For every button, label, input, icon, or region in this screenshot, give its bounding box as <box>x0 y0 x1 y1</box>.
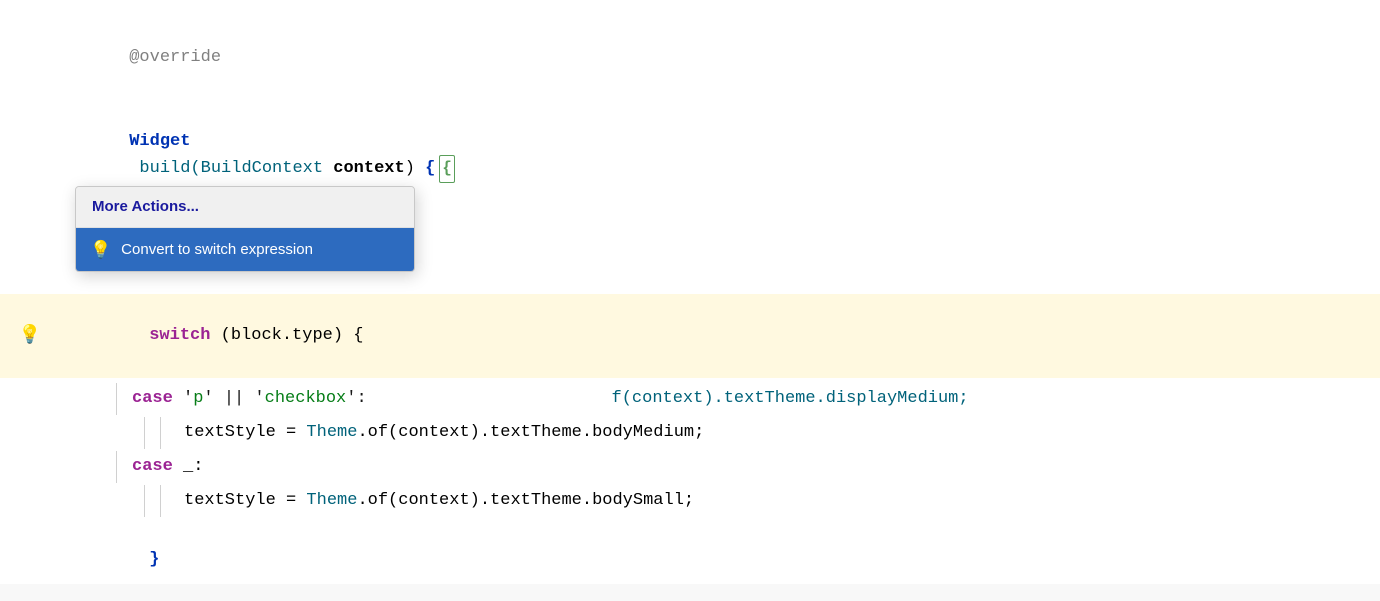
theme-of: Theme <box>306 419 357 446</box>
case-default-keyword: case <box>132 453 173 480</box>
menu-item-bulb-icon: 💡 <box>90 236 111 263</box>
case-p: p <box>193 385 203 412</box>
convert-switch-label: Convert to switch expression <box>121 238 313 262</box>
bulb-icon[interactable]: 💡 <box>19 322 41 351</box>
code-line: textStyle = Theme .of(context).textTheme… <box>0 484 1380 518</box>
case-default-value: _: <box>173 453 204 480</box>
chain-body-medium: .of(context).textTheme.bodyMedium; <box>357 419 704 446</box>
code-line: textStyle = Theme .of(context).textTheme… <box>0 416 1380 450</box>
indent-bar2 <box>160 417 176 449</box>
chain-body-small: .of(context).textTheme.bodySmall; <box>357 487 694 514</box>
keyword-widget: Widget <box>129 132 190 151</box>
case-space <box>173 385 183 412</box>
indent-bar <box>144 485 160 517</box>
more-actions-label: More Actions... <box>92 198 199 215</box>
indent-bar <box>116 383 132 415</box>
code-line: case 'p' || 'checkbox': f(context).textT… <box>0 382 1380 416</box>
case-or: ' || ' <box>203 385 264 412</box>
closing-brace: } <box>149 550 159 569</box>
convert-switch-item[interactable]: 💡 Convert to switch expression <box>76 228 414 271</box>
switch-line: 💡 switch (block.type) { <box>0 294 1380 378</box>
indent-bar <box>116 451 132 483</box>
param-context: context <box>323 159 405 178</box>
context-menu: More Actions... 💡 Convert to switch expr… <box>75 186 415 272</box>
annotation-text: @override <box>129 48 221 67</box>
indent-bar2 <box>160 485 176 517</box>
type-build-context: BuildContext <box>201 159 323 178</box>
code-line: case _: <box>0 450 1380 484</box>
switch-keyword: switch <box>149 326 210 345</box>
more-actions-header[interactable]: More Actions... <box>76 187 414 227</box>
code-content: } <box>60 519 1380 601</box>
textstyle-assign2: textStyle = <box>184 487 306 514</box>
code-line: } <box>0 518 1380 601</box>
theme-of2: Theme <box>306 487 357 514</box>
indent-bar <box>144 417 160 449</box>
open-brace: { <box>425 159 435 178</box>
code-content: case 'p' || 'checkbox': f(context).textT… <box>60 383 1380 415</box>
bracket-indicator: { <box>439 155 455 183</box>
textstyle-assign: textStyle = <box>184 419 306 446</box>
code-editor: @override Widget build(BuildContext cont… <box>0 0 1380 584</box>
case-checkbox: checkbox <box>265 385 347 412</box>
code-content: textStyle = Theme .of(context).textTheme… <box>60 417 1380 449</box>
code-content: textStyle = Theme .of(context).textTheme… <box>60 485 1380 517</box>
method-build: build( <box>129 159 200 178</box>
switch-condition: (block.type) { <box>210 326 363 345</box>
code-content: @override <box>60 17 1380 99</box>
paren-close: ) <box>405 159 425 178</box>
case-value-start: ' <box>183 385 193 412</box>
code-line: @override <box>0 16 1380 100</box>
case-colon: ': <box>346 385 366 412</box>
code-content: switch (block.type) { <box>60 295 1380 377</box>
overflow-text: f(context).textTheme.displayMedium; <box>367 385 1380 412</box>
code-content: case _: <box>60 451 1380 483</box>
case-keyword: case <box>132 385 173 412</box>
line-gutter-bulb: 💡 <box>0 322 60 351</box>
